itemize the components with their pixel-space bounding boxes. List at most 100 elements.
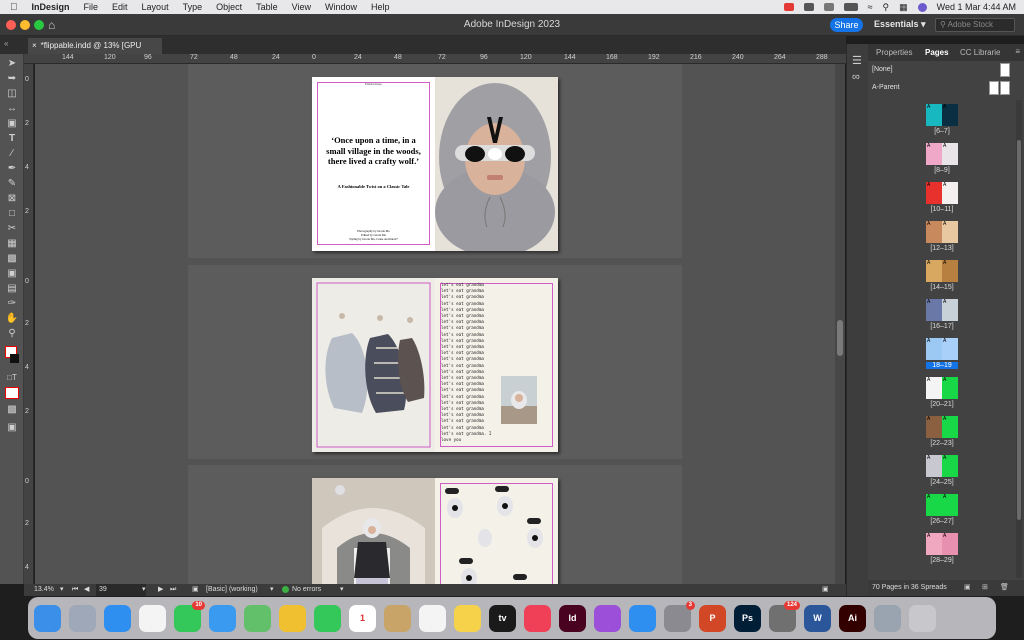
preflight-profile[interactable]: [Basic] (working) [206,584,258,596]
spread-3[interactable] [312,478,558,584]
dock-printer-icon[interactable]: 124 [769,600,800,632]
workspace-switcher[interactable]: Essentials ▾ [874,19,926,30]
a-parent-right-thumb[interactable] [1000,81,1010,95]
zoom-level-field[interactable]: 13.4% [34,584,54,596]
pen-tool-icon[interactable]: ✒ [5,163,19,175]
selection-tool-icon[interactable]: ➤ [5,58,19,70]
last-page-icon[interactable]: ⏭ [170,584,176,596]
keyboard-icon[interactable] [823,3,834,11]
dock-chrome-icon[interactable] [139,604,166,632]
pencil-tool-icon[interactable]: ✎ [5,178,19,190]
page-dropdown-icon[interactable]: ▾ [142,584,146,596]
menu-file[interactable]: File [84,2,99,12]
page-spread-label[interactable]: [20–21] [926,401,958,408]
page-spread-label[interactable]: [8–9] [926,167,958,174]
page-spread-thumbnail[interactable]: AA [926,260,958,282]
siri-icon[interactable] [917,2,927,12]
page-spread-label[interactable]: [12–13] [926,245,958,252]
pages-list[interactable]: A A [6–7] A A [8–9] A A [10–11] A A [12–13] A A [14–15… [868,100,1016,578]
dock-photos-icon[interactable] [279,604,306,632]
dock-trash-icon[interactable] [909,604,936,632]
preflight-menu-icon[interactable]: ▾ [340,584,344,596]
page-spread-label[interactable]: [24–25] [926,479,958,486]
menu-object[interactable]: Object [216,2,242,12]
menu-window[interactable]: Window [325,2,357,12]
vertical-ruler[interactable]: 0 2 4 2 0 2 4 2 0 2 4 [24,64,34,584]
page-left-photo[interactable] [312,278,435,452]
close-tab-icon[interactable]: × [32,41,37,50]
spread-1[interactable]: Fashion Inspo ‘Once upon a time, in a sm… [312,77,558,251]
page-spread-thumbnail[interactable]: AA [926,533,958,555]
page-spread-thumbnail[interactable]: AA [926,221,958,243]
share-button[interactable]: Share [830,18,863,32]
page-size-icon[interactable]: ▣ [964,580,971,596]
page-right-photo[interactable] [435,77,558,251]
adobe-stock-search[interactable]: ⚲ Adobe Stock [935,18,1015,32]
layers-icon[interactable]: ☰ [852,54,862,67]
page-spread-thumbnail[interactable]: AA [926,182,958,204]
scrollbar-thumb[interactable] [837,320,843,356]
page-spread-thumbnail[interactable]: AA [926,494,958,516]
document-canvas[interactable]: Fashion Inspo ‘Once upon a time, in a sm… [35,64,835,584]
page-spread-thumbnail[interactable]: AA [926,377,958,399]
delete-page-icon[interactable]: 🗑 [1000,580,1009,596]
dock-tv-icon[interactable]: tv [489,604,516,632]
direct-selection-tool-icon[interactable]: ➥ [5,73,19,85]
scroll-adjust-icon[interactable]: ▣ [822,584,829,596]
preview-mode-icon[interactable]: ▣ [5,422,19,434]
dock-podcasts-icon[interactable] [594,604,621,632]
page-spread-label[interactable]: [26–27] [926,518,958,525]
pages-panel-scrollbar[interactable] [1016,100,1022,578]
stroke-swatch-icon[interactable] [10,354,19,363]
apple-icon[interactable]:  [10,2,18,13]
page-right-handwriting[interactable]: let's eat grandma let's eat grandma let'… [435,278,558,452]
none-page-thumb[interactable] [1000,63,1010,77]
page-left[interactable]: Fashion Inspo ‘Once upon a time, in a sm… [312,77,435,251]
a-parent-row[interactable]: A-Parent [872,84,900,91]
zoom-tool-icon[interactable]: ⚲ [5,328,19,340]
rectangle-frame-tool-icon[interactable]: ⊠ [5,193,19,205]
wifi-icon[interactable]: ≈ [868,2,873,12]
page-spread-thumbnail[interactable]: AA [926,104,958,126]
page-spread-label[interactable]: [16–17] [926,323,958,330]
spread-2[interactable]: let's eat grandma let's eat grandma let'… [312,278,558,452]
eyedropper-tool-icon[interactable]: ✑ [5,298,19,310]
dock-maps-icon[interactable] [244,604,271,632]
line-tool-icon[interactable]: ∕ [5,148,19,160]
tab-cc-libraries[interactable]: CC Librarie [960,48,1000,57]
dock-indesign-icon[interactable]: Id [559,604,586,632]
page-spread-thumbnail[interactable]: AA [926,338,958,360]
dock-facetime-icon[interactable] [314,604,341,632]
page-number-field[interactable]: 39 [96,584,146,596]
dock-calendar-icon[interactable]: 1 [349,604,376,632]
adobe-cc-icon[interactable] [803,3,814,11]
dock-powerpoint-icon[interactable]: P [699,604,726,632]
new-page-icon[interactable]: ⊞ [982,580,988,596]
page-spread-label[interactable]: [28–29] [926,557,958,564]
page-spread-thumbnail[interactable]: AA [926,455,958,477]
menu-type[interactable]: Type [183,2,203,12]
zoom-dropdown-icon[interactable]: ▾ [60,584,64,596]
formatting-container-icon[interactable]: □T [5,372,19,384]
menu-layout[interactable]: Layout [142,2,169,12]
recording-icon[interactable] [783,3,794,11]
horizontal-ruler[interactable]: 144 120 96 72 48 24 0 24 48 72 96 120 14… [24,54,846,64]
page-right-collage[interactable] [435,478,558,584]
page-spread-label[interactable]: [14–15] [926,284,958,291]
dock-mail-icon[interactable] [209,604,236,632]
tab-properties[interactable]: Properties [876,48,912,57]
links-icon[interactable]: ∞ [852,71,860,83]
previous-page-icon[interactable]: ◀ [84,584,89,596]
dock-safari-icon[interactable] [104,604,131,632]
gradient-tool-icon[interactable]: ▩ [5,253,19,265]
preflight-status[interactable]: No errors [292,584,321,596]
menu-edit[interactable]: Edit [112,2,128,12]
control-center-icon[interactable]: ▦ [899,2,908,13]
page-spread-thumbnail[interactable]: AA [926,416,958,438]
gap-tool-icon[interactable]: ↔ [5,103,19,115]
page-left-photo[interactable] [312,478,435,584]
type-tool-icon[interactable]: T [5,133,19,145]
page-spread-thumbnail[interactable]: AA [926,299,958,321]
dock-finder-icon[interactable] [34,604,61,632]
dock-app-store-icon[interactable] [629,604,656,632]
